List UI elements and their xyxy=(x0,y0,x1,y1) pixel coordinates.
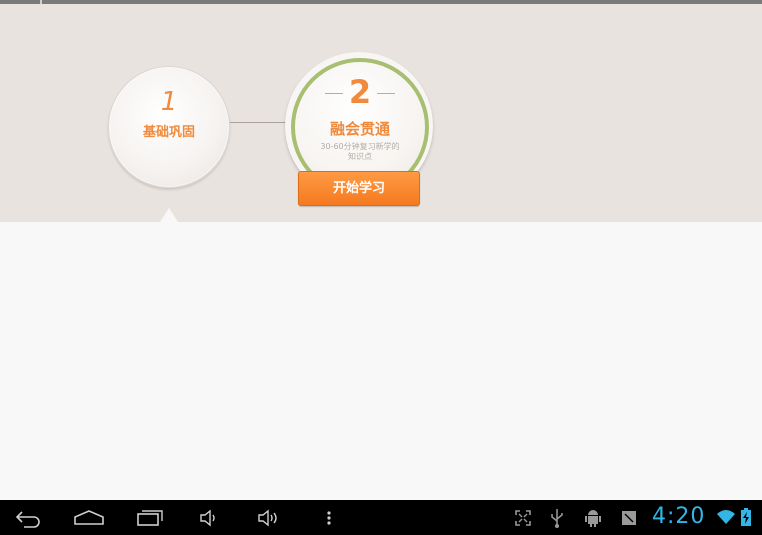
android-debug-icon xyxy=(585,510,601,527)
start-learning-button[interactable]: 开始学习 xyxy=(298,171,420,206)
number-dash-right xyxy=(377,93,395,94)
volume-up-icon[interactable] xyxy=(256,507,282,529)
step-2-subtitle: 30-60分钟复习新学的 知识点 xyxy=(313,142,407,162)
step-1-number: 1 xyxy=(160,87,178,117)
step-1-circle[interactable]: 1 基础巩固 xyxy=(108,66,230,188)
step-1-title: 基础巩固 xyxy=(142,125,195,140)
step-2-subtitle-line1: 30-60分钟复习新学的 xyxy=(320,142,400,151)
battery-icon xyxy=(741,508,751,526)
step-2-number: 2 xyxy=(348,73,372,111)
volume-down-icon[interactable] xyxy=(198,507,220,529)
step-connector-line xyxy=(228,122,288,123)
recent-apps-icon[interactable] xyxy=(134,507,164,529)
usb-icon xyxy=(551,509,563,528)
screenshot-expand-icon[interactable] xyxy=(513,507,533,529)
back-icon[interactable] xyxy=(14,507,44,529)
sd-card-icon xyxy=(622,511,636,525)
clock: 4:20 xyxy=(652,504,706,529)
step-2-subtitle-line2: 知识点 xyxy=(348,152,372,161)
home-icon[interactable] xyxy=(73,507,105,529)
selection-pointer xyxy=(160,208,178,222)
menu-icon[interactable] xyxy=(324,507,334,529)
step-2-title: 融会贯通 xyxy=(329,120,390,138)
system-nav-bar: 4:20 xyxy=(0,500,762,535)
step-progress-panel: 1 基础巩固 2 融会贯通 30-60分钟复习新学的 知识点 开始学习 xyxy=(0,4,762,222)
wifi-icon xyxy=(717,510,735,524)
